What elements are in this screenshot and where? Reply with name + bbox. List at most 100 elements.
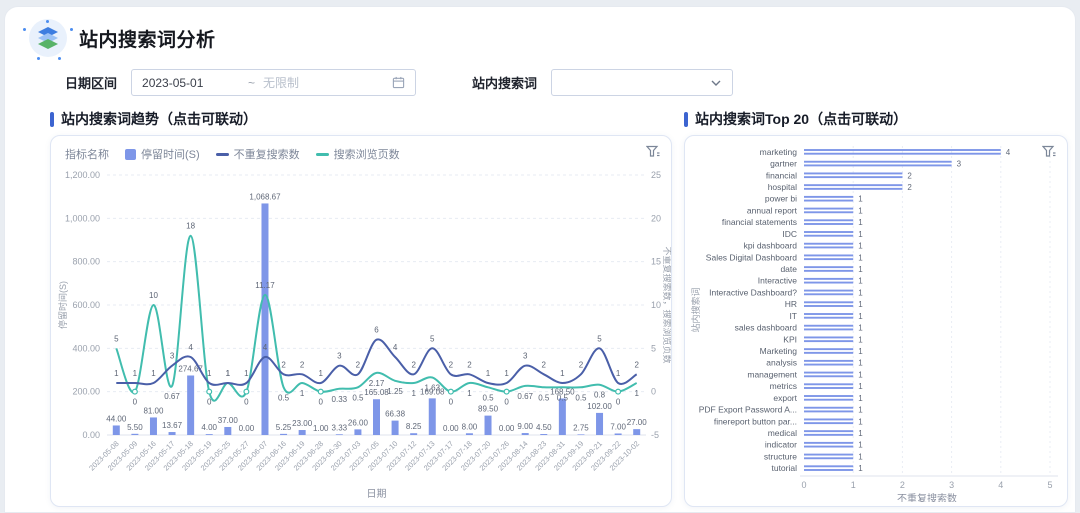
top20-category-label[interactable]: KPI: [783, 334, 797, 344]
top20-category-label[interactable]: Interactive: [758, 276, 797, 286]
top20-category-label[interactable]: power bi: [765, 194, 797, 204]
top20-bar[interactable]: [804, 457, 853, 459]
top20-bar[interactable]: [804, 176, 902, 178]
top20-bar[interactable]: [804, 164, 952, 166]
top20-category-label[interactable]: date: [780, 264, 797, 274]
top20-bar[interactable]: [804, 254, 853, 256]
top20-category-label[interactable]: hospital: [768, 182, 797, 192]
top20-category-label[interactable]: PDF Export Password A...: [699, 405, 797, 415]
top20-bar[interactable]: [804, 407, 853, 409]
top20-category-label[interactable]: gartner: [770, 159, 797, 169]
top20-category-label[interactable]: metrics: [770, 381, 797, 391]
top20-bar[interactable]: [804, 325, 853, 327]
legend-item-search-pageviews[interactable]: 搜索浏览页数: [316, 146, 400, 162]
top20-category-label[interactable]: export: [773, 393, 797, 403]
trend-bar[interactable]: [150, 417, 157, 435]
top20-bar[interactable]: [804, 235, 853, 237]
top20-category-label[interactable]: tutorial: [771, 463, 797, 473]
date-end-placeholder[interactable]: 无限制: [263, 74, 392, 91]
trend-bar[interactable]: [429, 398, 436, 435]
top20-bar[interactable]: [804, 465, 853, 467]
top20-chart[interactable]: 012345marketing4gartner3financial2hospit…: [685, 144, 1067, 502]
top20-bar[interactable]: [804, 270, 853, 272]
top20-bar[interactable]: [804, 410, 853, 412]
top20-bar[interactable]: [804, 469, 853, 471]
top20-category-label[interactable]: structure: [764, 451, 797, 461]
trend-bar[interactable]: [392, 421, 399, 435]
top20-bar[interactable]: [804, 442, 853, 444]
top20-category-label[interactable]: financial: [766, 170, 797, 180]
top20-bar[interactable]: [804, 246, 853, 248]
trend-line-pageviews[interactable]: [116, 236, 636, 401]
top20-bar[interactable]: [804, 387, 853, 389]
top20-bar[interactable]: [804, 395, 853, 397]
top20-category-label[interactable]: Sales Digital Dashboard: [706, 252, 797, 262]
trend-bar[interactable]: [522, 433, 529, 435]
top20-category-label[interactable]: finereport button par...: [714, 416, 797, 426]
top20-bar[interactable]: [804, 200, 853, 202]
top20-bar[interactable]: [804, 172, 902, 174]
trend-chart[interactable]: 0.00-5200.000400.005600.0010800.00151,00…: [51, 164, 671, 506]
top20-bar[interactable]: [804, 372, 853, 374]
top20-bar[interactable]: [804, 348, 853, 350]
trend-bar[interactable]: [485, 416, 492, 435]
top20-bar[interactable]: [804, 328, 853, 330]
trend-bar[interactable]: [596, 413, 603, 435]
top20-category-label[interactable]: management: [747, 369, 797, 379]
top20-bar[interactable]: [804, 293, 853, 295]
top20-bar[interactable]: [804, 290, 853, 292]
top20-category-label[interactable]: marketing: [760, 147, 798, 157]
search-term-select[interactable]: [551, 69, 733, 96]
filter-funnel-icon[interactable]: [1042, 145, 1056, 158]
top20-category-label[interactable]: IDC: [782, 229, 797, 239]
trend-bar[interactable]: [540, 434, 547, 435]
trend-bar[interactable]: [299, 430, 306, 435]
top20-category-label[interactable]: HR: [785, 299, 797, 309]
trend-bar[interactable]: [466, 433, 473, 435]
trend-bar[interactable]: [373, 399, 380, 435]
top20-bar[interactable]: [804, 352, 853, 354]
top20-bar[interactable]: [804, 219, 853, 221]
top20-bar[interactable]: [804, 231, 853, 233]
top20-bar[interactable]: [804, 208, 853, 210]
top20-bar[interactable]: [804, 375, 853, 377]
top20-bar[interactable]: [804, 313, 853, 315]
top20-bar[interactable]: [804, 340, 853, 342]
legend-item-unique-search[interactable]: 不重复搜索数: [216, 146, 300, 162]
top20-bar[interactable]: [804, 184, 902, 186]
top20-bar[interactable]: [804, 399, 853, 401]
top20-bar[interactable]: [804, 153, 1001, 155]
calendar-icon[interactable]: [392, 76, 405, 89]
top20-category-label[interactable]: IT: [789, 311, 797, 321]
top20-category-label[interactable]: financial statements: [722, 217, 797, 227]
trend-bar[interactable]: [336, 434, 343, 435]
top20-bar[interactable]: [804, 243, 853, 245]
top20-category-label[interactable]: Interactive Dashboard?: [709, 287, 797, 297]
top20-bar[interactable]: [804, 258, 853, 260]
top20-category-label[interactable]: sales dashboard: [735, 323, 798, 333]
top20-bar[interactable]: [804, 446, 853, 448]
top20-bar[interactable]: [804, 301, 853, 303]
top20-bar[interactable]: [804, 418, 853, 420]
top20-bar[interactable]: [804, 434, 853, 436]
top20-category-label[interactable]: analysis: [766, 358, 797, 368]
top20-bar[interactable]: [804, 161, 952, 163]
trend-bar[interactable]: [113, 425, 120, 435]
date-range-input[interactable]: 2023-05-01 ~ 无限制: [131, 69, 416, 96]
trend-bar[interactable]: [633, 429, 640, 435]
trend-bar[interactable]: [206, 434, 213, 435]
top20-bar[interactable]: [804, 305, 853, 307]
top20-bar[interactable]: [804, 336, 853, 338]
top20-bar[interactable]: [804, 211, 853, 213]
trend-bar[interactable]: [187, 375, 194, 435]
top20-bar[interactable]: [804, 149, 1001, 151]
top20-bar[interactable]: [804, 188, 902, 190]
top20-bar[interactable]: [804, 282, 853, 284]
top20-bar[interactable]: [804, 278, 853, 280]
top20-bar[interactable]: [804, 266, 853, 268]
trend-bar[interactable]: [169, 432, 176, 435]
top20-bar[interactable]: [804, 223, 853, 225]
trend-bar[interactable]: [410, 433, 417, 435]
top20-category-label[interactable]: kpi dashboard: [744, 241, 798, 251]
legend-item-stay-time[interactable]: 停留时间(S): [125, 146, 200, 162]
